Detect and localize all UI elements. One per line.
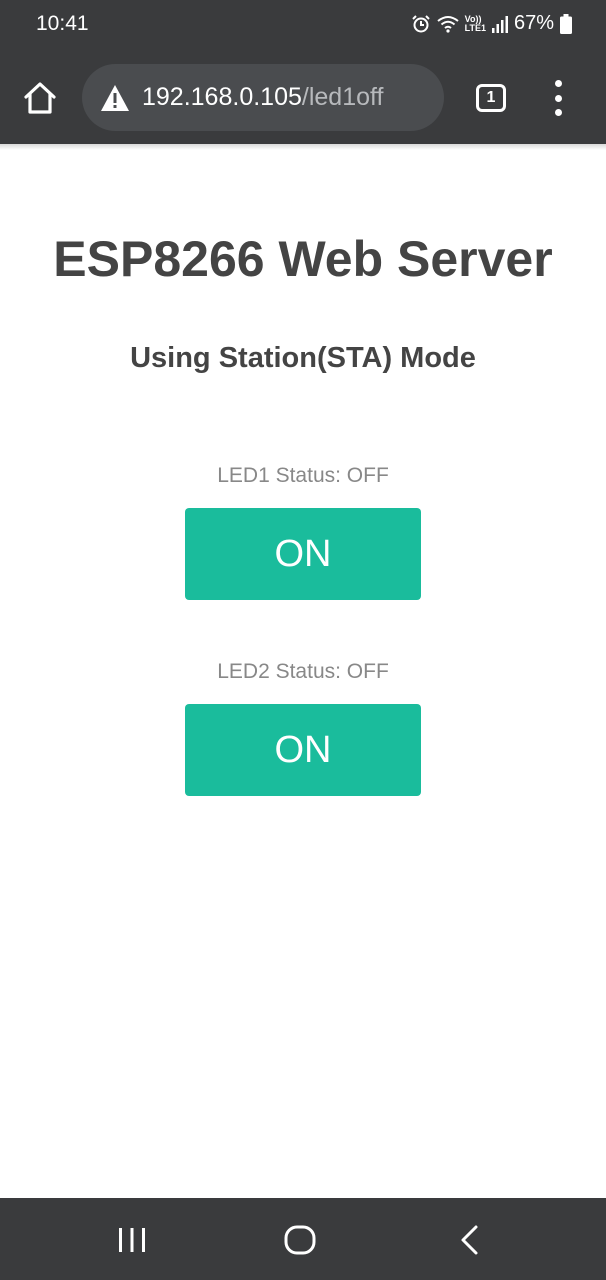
tab-switcher-icon[interactable]: 1 [476,84,506,112]
page-subtitle: Using Station(STA) Mode [130,342,476,374]
led2-on-button[interactable]: ON [185,704,421,796]
url-host: 192.168.0.105 [142,83,302,111]
status-time: 10:41 [36,12,89,35]
navigation-bar [0,1198,606,1280]
page-title: ESP8266 Web Server [53,231,553,287]
wifi-icon [437,15,459,33]
battery-icon [560,13,572,34]
recent-apps-icon[interactable] [117,1224,147,1256]
home-icon[interactable] [22,80,58,116]
home-nav-icon[interactable] [283,1224,317,1256]
url-path: /led1off [301,83,384,111]
toolbar-shadow [0,144,606,150]
back-icon[interactable] [458,1224,482,1256]
browser-toolbar: 192.168.0.105/led1off 1 [0,52,606,144]
volte-indicator: Vo)) LTE1 [464,14,486,33]
address-bar[interactable]: 192.168.0.105/led1off [82,64,444,131]
status-icons: Vo)) LTE1 67% [411,12,572,35]
led2-status: LED2 Status: OFF [217,660,389,683]
tab-count: 1 [486,89,496,106]
led1-on-button[interactable]: ON [185,508,421,600]
battery-percent: 67% [513,12,554,34]
status-bar: 10:41 Vo)) LTE1 67% [0,0,606,52]
not-secure-warning-icon[interactable] [100,84,130,112]
alarm-icon [411,14,431,34]
signal-icon [491,15,508,33]
lte-label: LTE1 [464,22,486,33]
led1-status: LED1 Status: OFF [217,464,389,487]
more-menu-icon[interactable] [550,80,566,116]
